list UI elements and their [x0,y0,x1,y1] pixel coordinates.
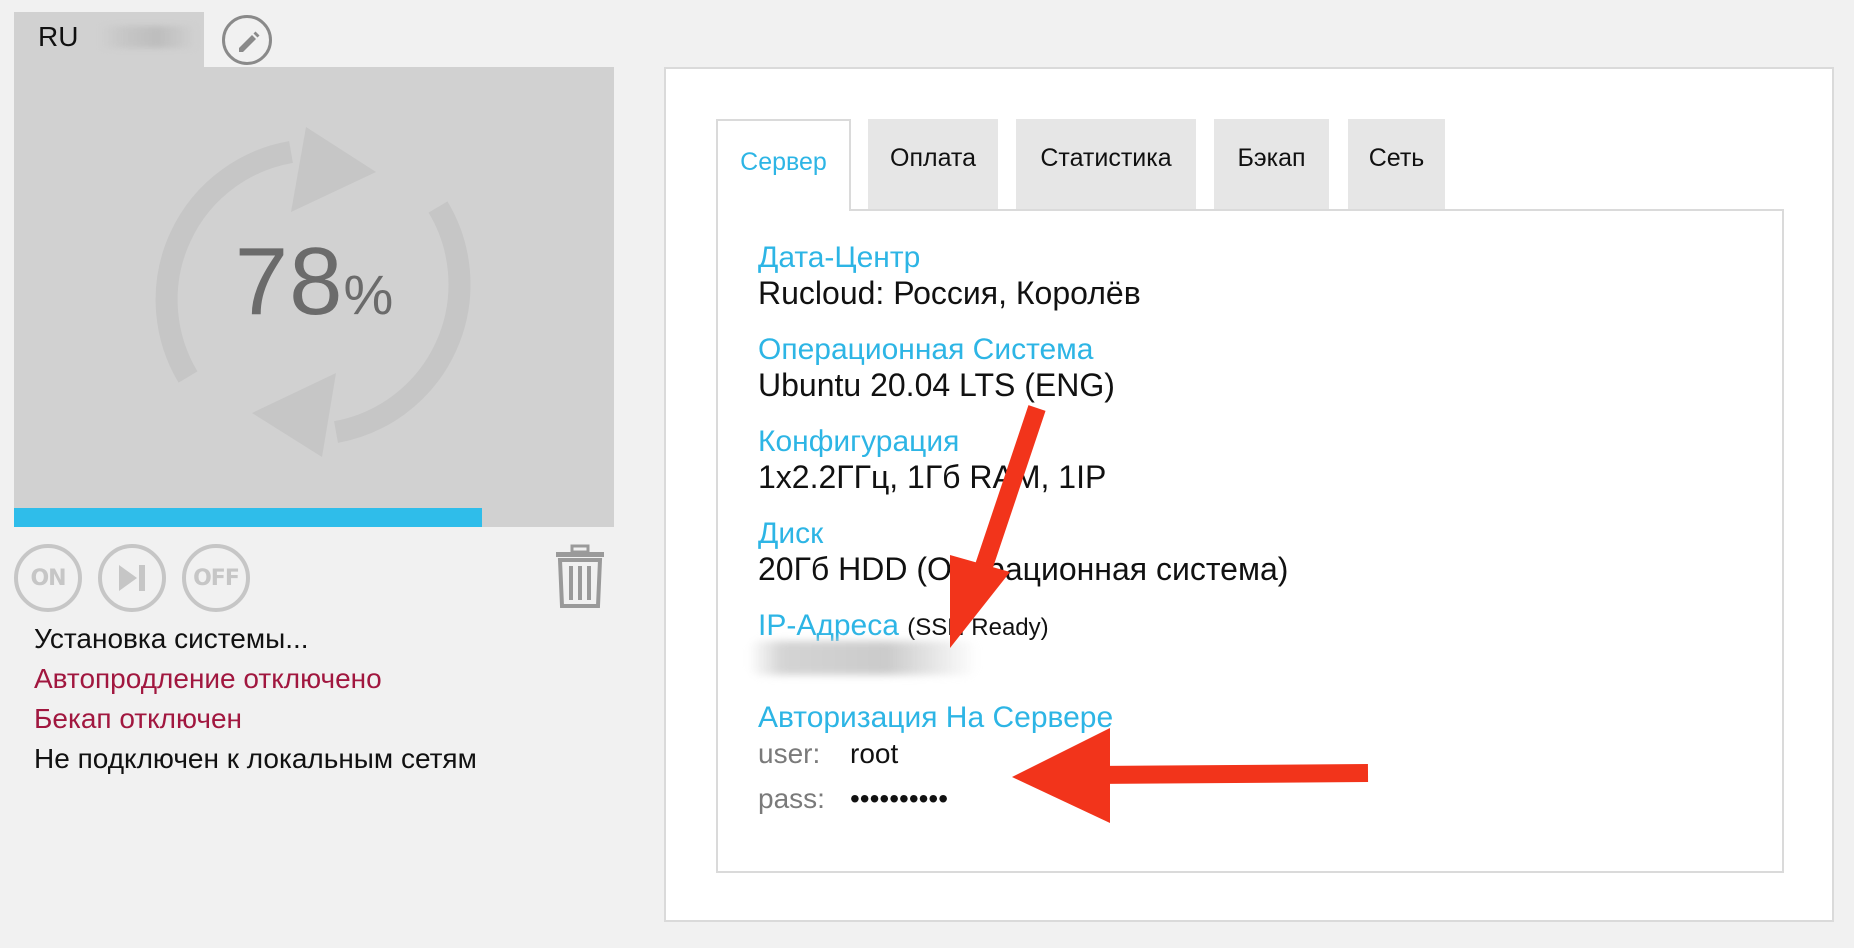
disk-value: 20Гб HDD (Операционная система) [758,551,1289,587]
progress-bar [14,508,614,527]
redacted-ip-blur [748,641,978,675]
tab-payment[interactable]: Оплата [868,119,998,209]
auth-label: Авторизация На Сервере [758,701,1114,734]
progress-bar-fill [14,508,482,527]
disk-label: Диск [758,517,824,550]
skip-next-icon [119,565,145,591]
tab-backup[interactable]: Бэкап [1214,119,1329,209]
os-value: Ubuntu 20.04 LTS (ENG) [758,367,1115,403]
install-progress-panel: 78% [14,67,614,527]
redacted-name-blur [100,26,196,48]
power-off-button[interactable]: OFF [182,544,250,612]
pencil-icon [239,31,260,52]
user-label: user: [758,738,821,769]
delete-server-button[interactable] [554,544,606,613]
server-tab-content: Дата-Центр Rucloud: Россия, Королёв Опер… [716,209,1784,873]
restart-button[interactable] [98,544,166,612]
pass-label: pass: [758,783,825,814]
server-name-tab[interactable]: RU [14,12,204,67]
power-off-label: OFF [193,565,240,591]
user-value[interactable]: root [850,738,898,770]
ip-label-row: IP-Адреса (SSH Ready) [758,609,1049,643]
trash-icon [556,544,604,608]
server-details-panel: Сервер Оплата Статистика Бэкап Сеть Дата… [664,67,1834,922]
datacenter-value: Rucloud: Россия, Королёв [758,275,1141,311]
progress-percent: 78% [14,227,614,337]
tab-server[interactable]: Сервер [716,119,851,211]
datacenter-label: Дата-Центр [758,241,921,274]
config-value: 1x2.2ГГц, 1Гб RAM, 1IP [758,459,1107,495]
config-label: Конфигурация [758,425,960,458]
tab-network[interactable]: Сеть [1348,119,1445,209]
status-backup[interactable]: Бекап отключен [34,699,477,739]
status-installing: Установка системы... [34,623,309,654]
percent-sign: % [343,263,394,326]
power-on-label: ON [30,565,66,591]
server-name: RU [38,21,79,52]
power-controls: ON OFF [14,544,614,614]
progress-value: 78 [234,228,344,335]
os-label: Операционная Система [758,333,1094,366]
tab-statistics[interactable]: Статистика [1016,119,1196,209]
pass-value[interactable]: •••••••••• [850,783,948,815]
status-list: Установка системы... Автопродление отклю… [34,619,477,779]
edit-name-button[interactable] [222,15,272,65]
status-network: Не подключен к локальным сетям [34,743,477,774]
ssh-ready-note: (SSH Ready) [907,614,1049,641]
status-autorenew[interactable]: Автопродление отключено [34,659,477,699]
power-on-button[interactable]: ON [14,544,82,612]
ip-label: IP-Адреса [758,609,899,642]
